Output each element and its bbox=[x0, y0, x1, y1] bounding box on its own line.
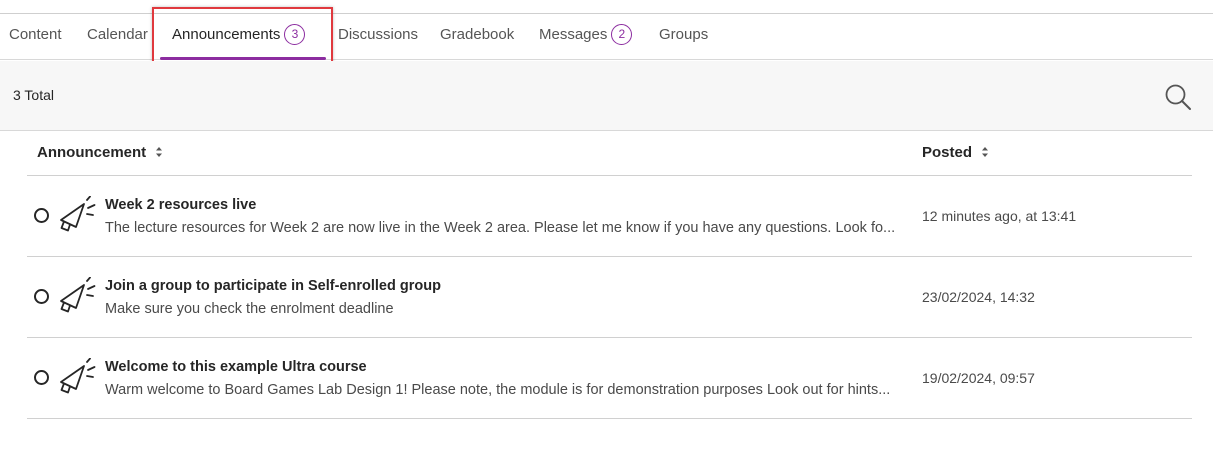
column-header-posted: Posted bbox=[922, 144, 973, 161]
course-tabs: Content Calendar Announcements 3 Discussi… bbox=[0, 14, 1213, 60]
tab-messages[interactable]: Messages 2 bbox=[539, 14, 633, 60]
announcement-summary: Warm welcome to Board Games Lab Design 1… bbox=[105, 382, 891, 398]
announcement-summary: The lecture resources for Week 2 are now… bbox=[105, 220, 896, 236]
table-header: Announcement Posted bbox=[27, 131, 1192, 176]
announcement-title[interactable]: Join a group to participate in Self-enro… bbox=[105, 278, 441, 294]
table-row: Welcome to this example Ultra course War… bbox=[27, 338, 1192, 419]
announcement-title[interactable]: Welcome to this example Ultra course bbox=[105, 359, 367, 375]
tab-label: Discussions bbox=[338, 26, 419, 44]
tab-label: Calendar bbox=[87, 26, 148, 44]
total-count: 3 Total bbox=[13, 87, 54, 103]
tab-label: Announcements bbox=[172, 26, 281, 44]
tab-label: Gradebook bbox=[440, 26, 515, 44]
megaphone-icon bbox=[60, 358, 96, 394]
sort-by-posted[interactable]: Posted bbox=[922, 144, 989, 161]
sort-icon bbox=[982, 147, 989, 158]
posted-date: 23/02/2024, 14:32 bbox=[922, 289, 1035, 305]
tab-content[interactable]: Content bbox=[9, 14, 62, 60]
tab-groups[interactable]: Groups bbox=[659, 14, 708, 60]
tab-label: Groups bbox=[659, 26, 709, 44]
table-row: Week 2 resources live The lecture resour… bbox=[27, 176, 1192, 257]
unread-indicator[interactable] bbox=[34, 208, 49, 223]
table-row: Join a group to participate in Self-enro… bbox=[27, 257, 1192, 338]
posted-date: 12 minutes ago, at 13:41 bbox=[922, 208, 1077, 224]
messages-count-badge: 2 bbox=[611, 23, 633, 45]
tab-announcements[interactable]: Announcements 3 bbox=[160, 14, 326, 60]
megaphone-icon bbox=[60, 196, 96, 232]
search-button[interactable] bbox=[1164, 83, 1192, 111]
tab-label: Content bbox=[9, 26, 62, 44]
posted-date: 19/02/2024, 09:57 bbox=[922, 370, 1035, 386]
unread-indicator[interactable] bbox=[34, 289, 49, 304]
sort-by-announcement[interactable]: Announcement bbox=[37, 144, 163, 161]
tab-calendar[interactable]: Calendar bbox=[87, 14, 148, 60]
active-tab-indicator bbox=[160, 57, 326, 60]
announcements-count-badge: 3 bbox=[284, 23, 306, 45]
list-toolbar: 3 Total bbox=[0, 61, 1213, 131]
column-header-announcement: Announcement bbox=[37, 144, 147, 161]
announcement-summary: Make sure you check the enrolment deadli… bbox=[105, 301, 394, 317]
sort-icon bbox=[156, 147, 163, 158]
megaphone-icon bbox=[60, 277, 96, 313]
tab-discussions[interactable]: Discussions bbox=[338, 14, 418, 60]
announcement-title[interactable]: Week 2 resources live bbox=[105, 197, 256, 213]
unread-indicator[interactable] bbox=[34, 370, 49, 385]
tab-label: Messages bbox=[539, 26, 608, 44]
search-icon bbox=[1165, 84, 1191, 110]
tab-gradebook[interactable]: Gradebook bbox=[440, 14, 514, 60]
